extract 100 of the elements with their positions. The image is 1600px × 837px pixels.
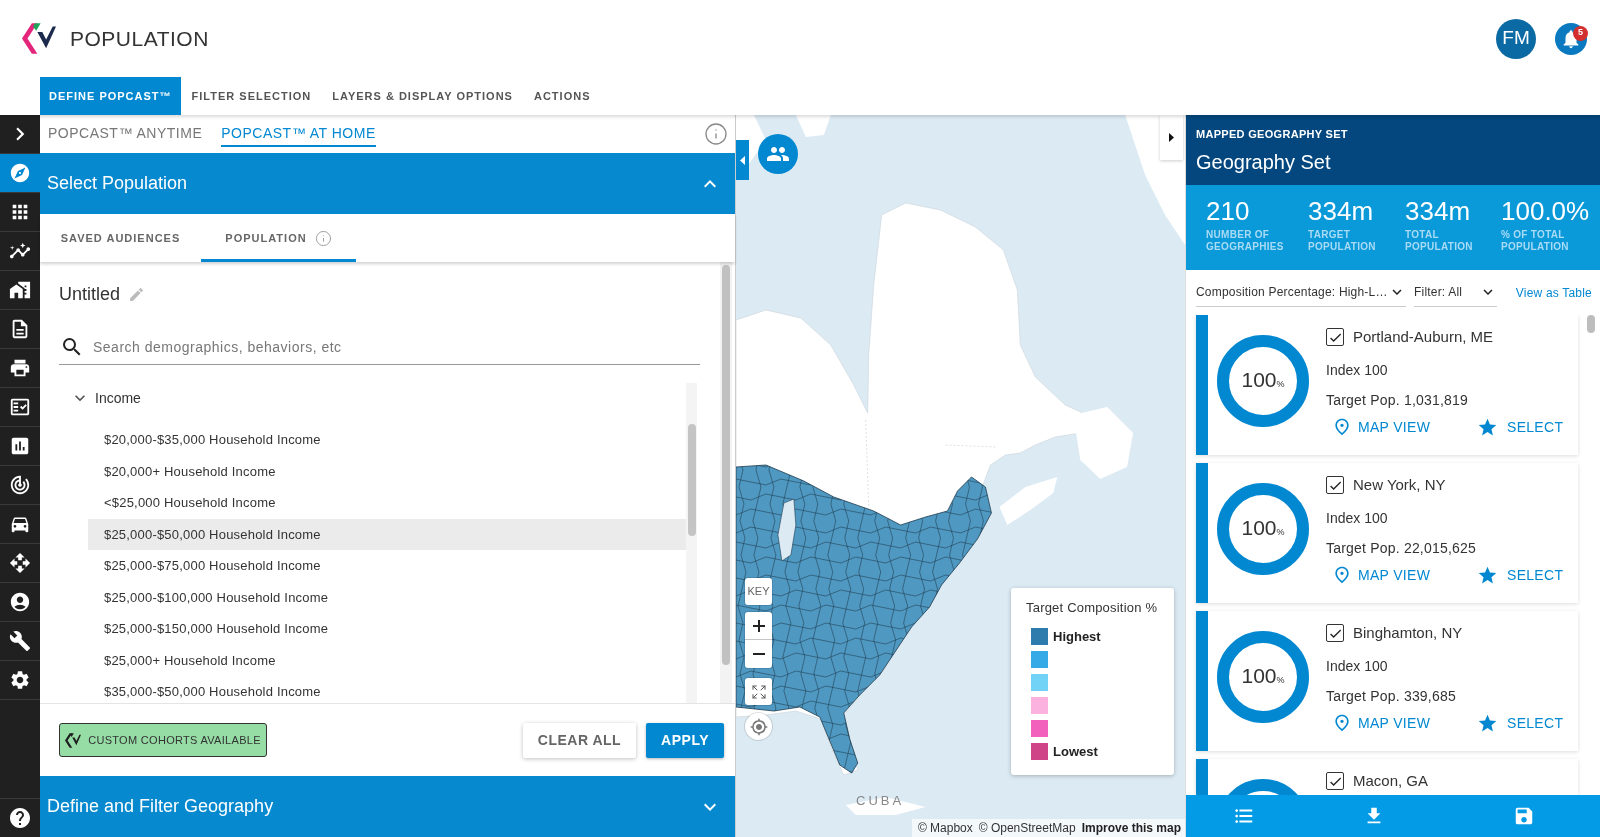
collapse-panel-button[interactable] — [736, 140, 749, 180]
compass-icon — [9, 162, 31, 184]
crosshair-icon — [749, 717, 768, 736]
stat-label: % OF TOTAL POPULATION — [1501, 229, 1570, 253]
nav-tab[interactable]: LAYERS & DISPLAY OPTIONS — [322, 77, 523, 115]
zoom-out-button[interactable] — [745, 640, 772, 668]
geography-name: New York, NY — [1353, 474, 1446, 495]
select-value: Filter: All — [1414, 284, 1463, 301]
peninsula-shape — [999, 477, 1058, 525]
checkbox[interactable] — [1326, 476, 1344, 494]
map-pin-icon — [1332, 565, 1352, 585]
gauge-percent: 100% — [1241, 663, 1285, 689]
stat-value: 210 — [1206, 196, 1251, 226]
save-icon[interactable] — [1513, 805, 1535, 827]
geography-name: Macon, GA — [1353, 770, 1429, 791]
checkbox[interactable] — [1326, 624, 1344, 642]
section-header[interactable]: Define and Filter Geography — [40, 776, 735, 837]
info-icon[interactable] — [704, 122, 728, 146]
filter-select[interactable]: Filter: All — [1414, 278, 1497, 307]
expand-panel-button[interactable] — [1160, 115, 1183, 160]
printer-icon — [9, 357, 31, 379]
sort-select[interactable]: Composition Percentage: High-L… — [1196, 278, 1406, 307]
house-building-icon — [9, 279, 31, 301]
target-population: Target Pop. 22,015,625 — [1326, 539, 1477, 558]
wrench-icon — [9, 630, 31, 652]
geography-card[interactable]: 100% Binghamton, NY Index 100 Target Pop. 339,685 MAP VIEW SELECT — [1196, 611, 1578, 751]
legend-label: Lowest — [1053, 742, 1098, 761]
move-arrows-icon — [9, 552, 31, 574]
tree-group-label[interactable]: Income — [95, 387, 141, 409]
nav-tab[interactable]: DEFINE POPCAST™ — [40, 77, 181, 115]
search-field[interactable]: Search demographics, behaviors, etc — [93, 330, 700, 364]
geography-name: Portland-Auburn, ME — [1353, 326, 1494, 347]
apply-button[interactable]: APPLY — [646, 722, 724, 758]
map-pin-icon — [1332, 713, 1352, 733]
map-pin-icon — [1332, 417, 1352, 437]
scrollbar[interactable] — [688, 424, 696, 536]
index-value: Index 100 — [1326, 509, 1389, 528]
map-place-label: CUBA — [856, 792, 905, 810]
choropleth-regions[interactable] — [736, 464, 992, 774]
checkbox[interactable] — [1326, 772, 1344, 790]
attribution-link[interactable]: Improve this map — [1081, 819, 1181, 837]
select-value: Composition Percentage: High-L… — [1196, 284, 1388, 301]
stat-value: 100.0% — [1501, 196, 1591, 226]
nav-button[interactable] — [0, 154, 40, 193]
checklist-icon — [9, 396, 31, 418]
panel-title: Geography Set — [1196, 150, 1332, 174]
geography-card[interactable]: 100% New York, NY Index 100 Target Pop. 22,015,625 MAP VIEW SELECT — [1196, 463, 1578, 603]
select-link[interactable]: SELECT — [1477, 416, 1564, 438]
panel-tab[interactable]: SAVED AUDIENCES — [40, 214, 201, 262]
checkbox[interactable] — [1326, 328, 1344, 346]
logo-icon — [65, 732, 82, 748]
user-avatar[interactable]: FM — [1496, 18, 1536, 59]
attribution-link[interactable]: © OpenStreetMap — [978, 819, 1076, 837]
attribution-link[interactable]: © Mapbox — [917, 819, 973, 837]
fullscreen-button[interactable] — [745, 678, 772, 705]
zoom-in-button[interactable] — [745, 612, 772, 640]
geography-name: Binghamton, NY — [1353, 622, 1463, 643]
notification-badge: 5 — [1573, 25, 1588, 41]
bar-chart-icon — [9, 435, 31, 457]
target-population: Target Pop. 339,685 — [1326, 687, 1457, 706]
gauge-percent: 100% — [1241, 367, 1285, 393]
notifications-button[interactable]: 5 — [1555, 22, 1587, 55]
nav-tab[interactable]: FILTER SELECTION — [181, 77, 322, 115]
geography-card[interactable]: 100% Portland-Auburn, ME Index 100 Target Pop. 1,031,819 MAP VIEW SELECT — [1196, 315, 1578, 455]
select-link[interactable]: SELECT — [1477, 564, 1564, 586]
gauge-percent: 100% — [1241, 515, 1285, 541]
locate-button[interactable] — [745, 713, 772, 740]
stat-label: TARGET POPULATION — [1308, 229, 1377, 253]
view-as-table-link[interactable]: View as Table — [1515, 283, 1592, 302]
plus-icon — [752, 619, 765, 632]
select-link[interactable]: SELECT — [1477, 712, 1564, 734]
map-view-link[interactable]: MAP VIEW — [1332, 564, 1477, 586]
audience-name: Untitled — [59, 282, 121, 306]
clear-all-button[interactable]: CLEAR ALL — [522, 722, 637, 758]
user-icon — [9, 591, 31, 613]
section-title: Define and Filter Geography — [47, 795, 274, 818]
list-item[interactable]: $25,000-$50,000 Household Income — [88, 518, 686, 550]
island-shape — [1073, 407, 1134, 479]
settings-icon — [9, 669, 31, 691]
custom-cohorts-button[interactable]: CUSTOM COHORTS AVAILABLE — [59, 723, 267, 757]
stat-label: TOTAL POPULATION — [1405, 229, 1474, 253]
lake-shape — [777, 498, 797, 562]
geography-card[interactable]: Macon, GA — [1196, 759, 1578, 795]
scrollbar[interactable] — [722, 265, 730, 665]
help-icon — [8, 806, 32, 830]
mode-tab[interactable]: POPCAST™ AT HOME — [221, 121, 376, 147]
panel-tab[interactable]: POPULATION — [201, 214, 356, 262]
card-accent-bar — [1196, 759, 1208, 795]
map-view-link[interactable]: MAP VIEW — [1332, 416, 1477, 438]
audience-button[interactable] — [758, 134, 798, 174]
mode-tab[interactable]: POPCAST™ ANYTIME — [48, 121, 203, 147]
section-header[interactable]: Select Population — [40, 153, 735, 214]
map-view-link[interactable]: MAP VIEW — [1332, 712, 1477, 734]
app-title: POPULATION — [70, 25, 209, 52]
scrollbar[interactable] — [1587, 315, 1595, 333]
stat-label: NUMBER OF GEOGRAPHIES — [1206, 229, 1285, 253]
caret-left-icon — [740, 155, 745, 165]
nav-tab[interactable]: ACTIONS — [523, 77, 601, 115]
key-button[interactable]: KEY — [745, 578, 772, 605]
app-logo-icon — [22, 23, 56, 54]
